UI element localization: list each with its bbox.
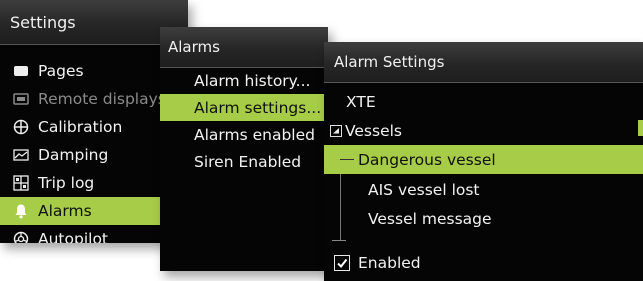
crosshair-icon <box>12 118 30 136</box>
alarms-panel: Alarms Alarm history... Alarm settings..… <box>160 27 328 271</box>
enabled-label: Enabled <box>358 253 421 272</box>
menu-item-label: Damping <box>38 146 109 164</box>
divider <box>332 240 346 241</box>
tree-item-dangerous-vessel[interactable]: Dangerous vessel <box>324 145 643 174</box>
menu-item-label: Alarm settings... <box>194 98 322 117</box>
alarm-settings-panel: Alarm Settings XTE Vessels Dangerous ves… <box>324 42 643 281</box>
bell-icon <box>12 202 30 220</box>
menu-item-alarms-enabled[interactable]: Alarms enabled <box>160 121 328 148</box>
autopilot-icon <box>12 230 30 243</box>
tree-item-label: Vessel message <box>368 209 492 228</box>
tree-item-ais-vessel-lost[interactable]: AIS vessel lost <box>324 175 643 204</box>
tree-item-label: AIS vessel lost <box>368 180 480 199</box>
alarms-title: Alarms <box>160 27 328 68</box>
checkbox-checked-icon[interactable] <box>334 254 350 271</box>
menu-item-label: Autopilot <box>38 230 108 243</box>
tree-item-label: Vessels <box>345 121 403 140</box>
menu-item-label: Pages <box>38 62 84 80</box>
pages-icon <box>12 62 30 80</box>
menu-item-label: Calibration <box>38 118 123 136</box>
menu-item-label: Alarms enabled <box>194 125 315 144</box>
scrollbar-thumb[interactable] <box>638 120 643 136</box>
enabled-checkbox-row[interactable]: Enabled <box>324 248 643 277</box>
tree-connector <box>340 159 354 160</box>
menu-item-label: Remote displays <box>38 90 166 108</box>
tree-item-label: Dangerous vessel <box>358 150 496 169</box>
menu-item-label: Alarms <box>38 202 92 220</box>
trip-log-icon <box>12 174 30 192</box>
menu-item-alarm-history[interactable]: Alarm history... <box>160 67 328 94</box>
alarm-settings-title: Alarm Settings <box>324 42 643 83</box>
menu-item-label: Trip log <box>38 174 95 192</box>
menu-item-label: Siren Enabled <box>194 152 302 171</box>
tree-item-xte[interactable]: XTE <box>324 87 643 116</box>
damping-icon <box>12 146 30 164</box>
collapse-triangle-icon[interactable] <box>330 124 342 137</box>
menu-item-alarm-settings[interactable]: Alarm settings... <box>160 94 328 121</box>
remote-display-icon <box>12 90 30 108</box>
tree-item-vessels[interactable]: Vessels <box>324 116 643 145</box>
menu-item-label: Alarm history... <box>194 71 311 90</box>
tree-item-vessel-message[interactable]: Vessel message <box>324 204 643 233</box>
tree-item-label: XTE <box>346 92 376 111</box>
menu-item-siren-enabled[interactable]: Siren Enabled <box>160 148 328 175</box>
